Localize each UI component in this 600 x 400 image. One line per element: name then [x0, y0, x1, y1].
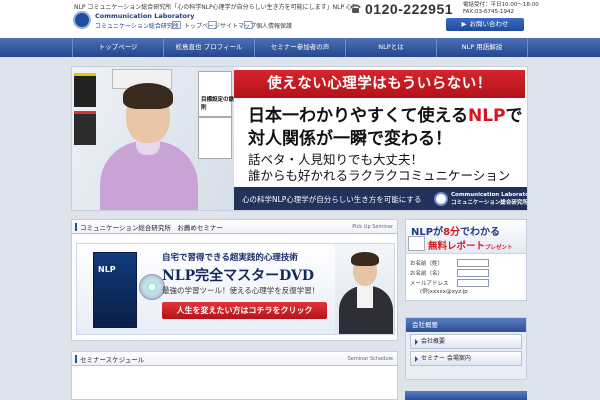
nav-item-top[interactable]: トップページ: [72, 38, 163, 57]
book-title: 目標設定の鉄則: [201, 97, 235, 111]
privacy-icon: [244, 21, 253, 29]
book-image: [74, 111, 96, 145]
global-nav: トップページ 松島直也 プロフィール セミナー参加者の声 NLPとは NLP 用…: [0, 38, 600, 57]
contact-button[interactable]: ▶ お問い合わせ: [446, 18, 524, 31]
form-row-email: メールアドレス: [410, 278, 489, 287]
email-example-note: (例)xxxxx@xyz.jp: [420, 289, 468, 295]
panel-subtitle: Pick Up Seminar: [352, 224, 393, 230]
hero-banner: 目標設定の鉄則 使えない心理学はもういらない！ 日本一わかりやすくて使えるNLP…: [71, 66, 528, 211]
dvd-title: NLP完全マスターDVD: [162, 268, 315, 284]
last-name-input[interactable]: [457, 258, 489, 267]
panel-title: コミュニケーション総合研究所 お薦めセミナー: [80, 224, 223, 232]
site-header: NLP コミュニケーション総合研究所「心の科学NLP心理学が自分らしい生き方を可…: [0, 0, 600, 38]
company-menu: 会社概要 会社概要 セミナー 会場案内: [405, 317, 527, 380]
form-row-first-name: お名前（名）: [410, 268, 489, 277]
nav-item-voices[interactable]: セミナー参加者の声: [254, 38, 345, 57]
hero-line-5: 誰からも好かれるラクラクコミュニケーション: [248, 168, 511, 183]
phone-number[interactable]: 0120-222951: [365, 1, 453, 17]
hero-line-3: 対人関係が一瞬で変わる！: [248, 129, 452, 149]
book-image: [198, 117, 232, 159]
recommended-seminar-panel: コミュニケーション総合研究所 お薦めセミナー Pick Up Seminar N…: [71, 219, 398, 341]
dvd-cta-button[interactable]: 人生を変えたい方はコチラをクリック: [162, 302, 327, 319]
sidebar-section-header: [405, 391, 527, 400]
report-document-icon: [408, 236, 425, 251]
logo-icon: [434, 192, 448, 206]
header-link-privacy[interactable]: 個人情報保護: [244, 21, 292, 30]
hero-footer-bar: 心の科学NLP心理学が自分らしい生き方を可能にする Communication …: [234, 187, 528, 210]
nav-item-about-nlp[interactable]: NLPとは: [345, 38, 436, 57]
nav-item-glossary[interactable]: NLP 用語解説: [436, 38, 528, 57]
free-report-widget: NLPが8分でわかる 無料レポートプレゼント お名前（姓） お名前（名） メール…: [405, 219, 527, 301]
home-icon: [172, 21, 181, 29]
hero-logo-text: Communication Laboratory コミュニケーション総合研究所: [451, 192, 528, 206]
seminar-schedule-panel: セミナースケジュール Seminar Schedule: [71, 351, 398, 400]
arrow-right-icon: ▶: [461, 20, 467, 28]
site-logo-subtitle[interactable]: コミュニケーション総合研究所: [95, 21, 179, 30]
dvd-line-1: 自宅で習得できる超実践的心理技術: [162, 253, 298, 263]
phone-icon: [350, 4, 361, 13]
hero-line-2: 日本一わかりやすくて使えるNLPで: [248, 106, 523, 126]
hero-photo: 目標設定の鉄則: [72, 67, 235, 210]
site-logo-name[interactable]: Communication Laboratory: [95, 12, 194, 20]
site-tagline: NLP コミュニケーション総合研究所「心の科学NLP心理学が自分らしい生き方を可…: [74, 4, 354, 11]
form-row-last-name: お名前（姓）: [410, 258, 489, 267]
hero-headline: 使えない心理学はもういらない！: [234, 70, 525, 98]
presenter-photo: [335, 244, 394, 334]
company-item-venue[interactable]: セミナー 会場案内: [410, 351, 522, 366]
dvd-case-image: NLP: [93, 252, 137, 328]
first-name-input[interactable]: [457, 268, 489, 277]
dvd-banner[interactable]: NLP 自宅で習得できる超実践的心理技術 NLP完全マスターDVD 最強の学習ツ…: [76, 243, 395, 335]
site-logo-icon[interactable]: [73, 11, 91, 29]
panel-title: セミナースケジュール: [80, 356, 145, 364]
free-report-banner[interactable]: NLPが8分でわかる 無料レポートプレゼント: [406, 220, 526, 254]
book-image: [74, 73, 96, 107]
company-menu-title: 会社概要: [406, 318, 526, 332]
sitemap-icon: [208, 21, 217, 29]
panel-subtitle: Seminar Schedule: [347, 356, 393, 362]
dvd-line-3: 最強の学習ツール！使える心理学を反復学習！: [162, 286, 320, 295]
nav-item-profile[interactable]: 松島直也 プロフィール: [163, 38, 254, 57]
company-item-overview[interactable]: 会社概要: [410, 334, 522, 349]
email-input[interactable]: [457, 278, 489, 287]
business-hours: 電話受付：平日10:00〜18:00 FAX:03-6745-1942: [463, 2, 539, 15]
